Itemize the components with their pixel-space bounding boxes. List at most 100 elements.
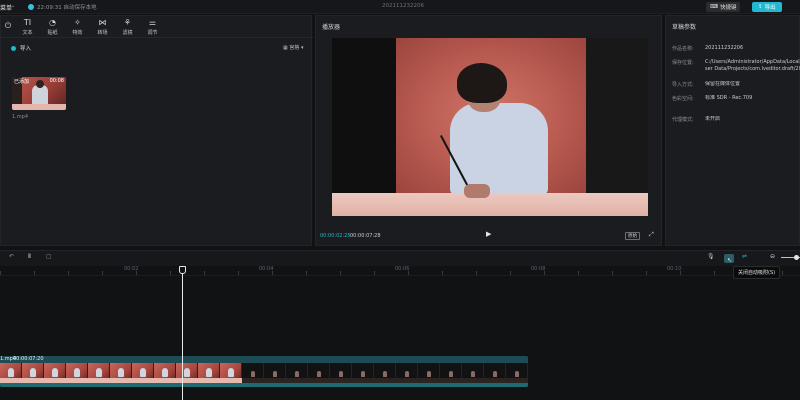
delete-icon[interactable]: ▢ [46,253,52,260]
fullscreen-icon[interactable]: ⤢ [649,231,654,239]
timeline-toolbar [0,250,800,266]
sticker-icon: ◔ [49,17,56,27]
effects-icon: ✧ [74,17,81,27]
ruler-tick [340,271,341,275]
current-time: 00:00:02:25 [320,233,351,239]
cursor-icon: ↖ [727,257,733,264]
clip-frame [308,363,330,383]
adjust-icon: ⚌ [148,17,157,27]
clip-frame [374,363,396,383]
cloud-icon [28,4,34,10]
clip-frame [198,363,220,383]
export-label: 导出 [764,5,776,11]
project-name: 202111232206 [382,3,424,9]
playhead-handle[interactable] [179,266,186,274]
clip-frame [352,363,374,383]
tool-filter[interactable]: ⚘ 滤镜 [115,16,140,38]
property-row-name: 作品名称: 202111232206 [672,45,744,52]
ruler-tick [374,271,375,275]
shortcut-button[interactable]: ⌨ 快捷键 [706,2,741,12]
ruler-tick [646,271,647,275]
filter-icon: ⚘ [123,17,132,27]
ruler-tick [238,271,239,275]
clip-frames [0,363,528,383]
property-row-proxy: 代理模式: 未开启 [672,116,721,123]
view-toggle-label: 宫格 [289,45,300,51]
clip-frame [132,363,154,383]
zoom-out-icon[interactable]: ⊖ [770,253,775,260]
clip-frame [506,363,528,383]
ruler-tick [68,271,69,275]
magnet-snap-icon[interactable]: ⇌ [742,253,747,260]
menu-chevron-icon[interactable]: ⌄ [11,3,15,9]
ruler-tick [306,271,307,275]
media-panel: ⏻ TI 文本 ◔ 贴纸 ✧ 特效 ⋈ 转场 ⚘ 滤镜 ⚌ 调节 导入 ▦ 宫格… [0,15,313,246]
ruler-tick [34,271,35,275]
property-row-colorspace: 色彩空间: 标准 SDR - Rec.709 [672,95,753,102]
aspect-ratio-button[interactable]: 原始 [625,232,640,240]
video-preview[interactable] [332,38,648,216]
clip-frame [176,363,198,383]
clip-frame [154,363,176,383]
ruler-tick [408,271,409,275]
keyboard-icon: ⌨ [710,4,718,10]
clip-frame [462,363,484,383]
tool-effects[interactable]: ✧ 特效 [65,16,90,38]
play-icon[interactable]: ▶ [486,230,491,238]
undo-icon[interactable]: ↶ [9,253,14,260]
import-tab-label: 导入 [20,46,32,52]
ruler-tick [510,271,511,275]
mic-icon[interactable]: 🎙 [707,253,715,260]
ruler-tick [680,271,681,275]
active-dot-icon [11,45,16,51]
property-row-location: 保存位置: C:/Users/Administrator/AppData/Loc… [672,59,800,72]
clip-filename: 1.mp4 [12,114,28,120]
tool-adjust[interactable]: ⚌ 调节 [140,16,165,38]
player-title: 播放器 [322,24,341,31]
clip-frame [66,363,88,383]
media-clip-thumbnail[interactable]: 已添加 00:08 [12,77,66,110]
export-button[interactable]: ⇪ 导出 [752,2,782,12]
snap-tooltip: 关闭自动吸附(S) [733,266,781,279]
clip-frame [22,363,44,383]
zoom-slider-handle[interactable] [794,255,799,260]
tool-media[interactable]: ⏻ [1,16,15,38]
clip-frame [264,363,286,383]
clip-frame [220,363,242,383]
audio-waveform [0,383,528,387]
tool-transition[interactable]: ⋈ 转场 [90,16,115,38]
properties-title: 草稿参数 [672,24,697,31]
ruler-tick [136,271,137,275]
asset-toolbar: ⏻ TI 文本 ◔ 贴纸 ✧ 特效 ⋈ 转场 ⚘ 滤镜 ⚌ 调节 [1,16,313,38]
split-icon[interactable]: Ⅱ [28,253,31,260]
ruler-tick [578,271,579,275]
ruler-tick [204,271,205,275]
property-row-import: 导入方式: 保留在媒体位置 [672,81,741,88]
clip-frame [440,363,462,383]
ruler-tick [748,271,749,275]
video-track-clip[interactable]: 1.mp4 00:00:07:20 [0,356,528,387]
ruler-tick [170,271,171,275]
export-icon: ⇪ [758,4,763,10]
media-icon: ⏻ [4,21,12,30]
ruler-tick [0,271,1,275]
clip-frame [88,363,110,383]
ruler-tick [476,271,477,275]
import-tab[interactable]: 导入 [11,44,31,52]
total-time: 00:00:07:28 [350,233,381,239]
text-icon: TI [23,17,32,27]
clip-duration: 00:08 [49,78,64,84]
playhead-line[interactable] [182,266,183,400]
draft-properties-panel: 草稿参数 作品名称: 202111232206 保存位置: C:/Users/A… [665,15,800,246]
chevron-down-icon: ▾ [300,45,304,51]
tool-text[interactable]: TI 文本 [15,16,40,38]
clip-frame [330,363,352,383]
ruler-tick [612,271,613,275]
transition-icon: ⋈ [98,17,107,27]
view-toggle[interactable]: ▦ 宫格 ▾ [283,44,303,51]
ruler-tick [544,271,545,275]
tool-sticker[interactable]: ◔ 贴纸 [40,16,65,38]
shortcut-label: 快捷键 [719,5,737,11]
track-clip-duration: 00:00:07:20 [13,356,44,362]
clip-frame [418,363,440,383]
